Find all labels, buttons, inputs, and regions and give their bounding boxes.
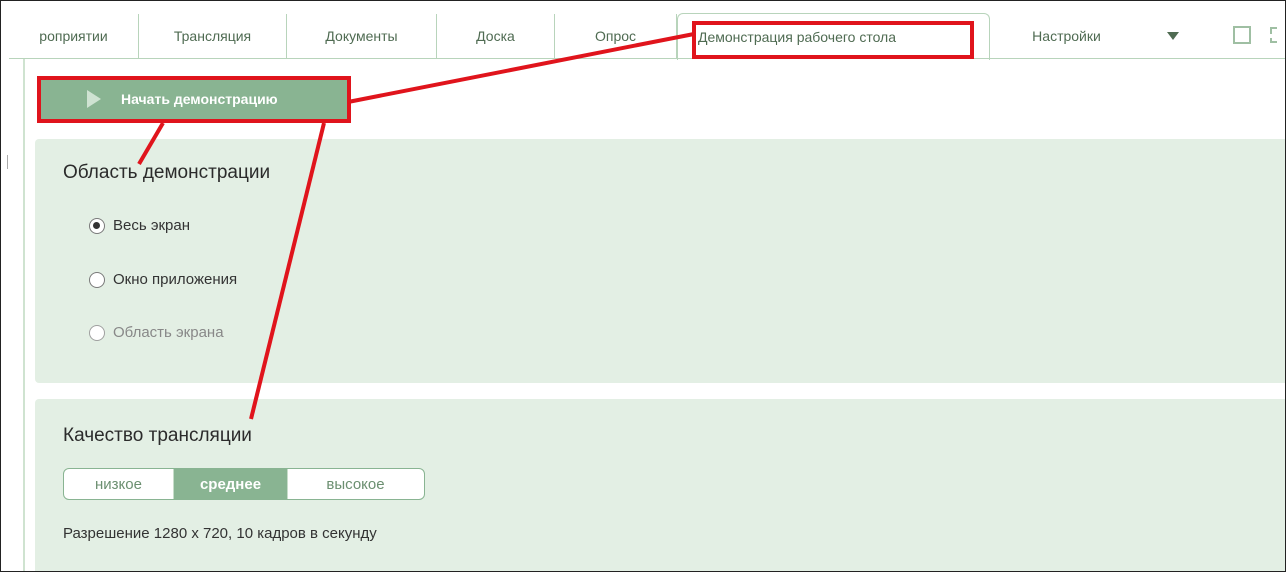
- tab-label: Документы: [325, 28, 398, 44]
- dropdown-triangle-icon: [1167, 32, 1179, 40]
- radio-button[interactable]: [89, 217, 105, 234]
- start-demonstration-button[interactable]: Начать демонстрацию: [41, 79, 347, 119]
- tab-label: Настройки: [1032, 28, 1101, 44]
- quality-high-button[interactable]: высокое: [288, 469, 423, 499]
- tab-label: Опрос: [594, 28, 637, 44]
- tab-bar-divider: [9, 58, 1285, 59]
- radio-screen-region[interactable]: Область экрана: [89, 324, 224, 341]
- radio-full-screen[interactable]: Весь экран: [89, 217, 190, 234]
- radio-label: Область экрана: [113, 324, 224, 341]
- left-divider: [23, 59, 25, 571]
- tab-poll[interactable]: Опрос: [555, 14, 677, 58]
- radio-label: Окно приложения: [113, 271, 238, 288]
- tab-event[interactable]: роприятии: [9, 14, 139, 58]
- tab-settings[interactable]: Настройки: [990, 14, 1143, 58]
- play-icon: [87, 90, 101, 108]
- window-frame: роприятии Трансляция Документы Доска Опр…: [0, 0, 1286, 572]
- tab-board[interactable]: Доска: [437, 14, 555, 58]
- tab-documents[interactable]: Документы: [287, 14, 437, 58]
- tab-label: роприятии: [39, 28, 108, 44]
- radio-label: Весь экран: [113, 217, 191, 234]
- left-tick: [7, 155, 8, 169]
- quality-low-button[interactable]: низкое: [64, 469, 174, 499]
- expand-corners-icon[interactable]: [1269, 26, 1286, 44]
- radio-application-window[interactable]: Окно приложения: [89, 271, 237, 288]
- resolution-info: Разрешение 1280 x 720, 10 кадров в секун…: [63, 525, 377, 542]
- tab-desktop-demo[interactable]: Демонстрация рабочего стола: [677, 13, 990, 60]
- tab-label: Трансляция: [173, 28, 252, 44]
- tab-broadcast[interactable]: Трансляция: [139, 14, 287, 58]
- square-window-icon[interactable]: [1233, 26, 1251, 44]
- quality-medium-button[interactable]: среднее: [174, 469, 288, 499]
- tab-label: Демонстрация рабочего стола: [698, 29, 897, 45]
- start-demonstration-label: Начать демонстрацию: [121, 91, 278, 107]
- quality-selector: низкое среднее высокое: [63, 468, 425, 500]
- tab-label: Доска: [476, 28, 515, 44]
- broadcast-quality-title: Качество трансляции: [63, 425, 252, 446]
- tabs-dropdown-button[interactable]: [1143, 14, 1203, 58]
- radio-button[interactable]: [89, 271, 105, 288]
- demonstration-area-title: Область демонстрации: [63, 162, 271, 183]
- radio-button[interactable]: [89, 324, 105, 341]
